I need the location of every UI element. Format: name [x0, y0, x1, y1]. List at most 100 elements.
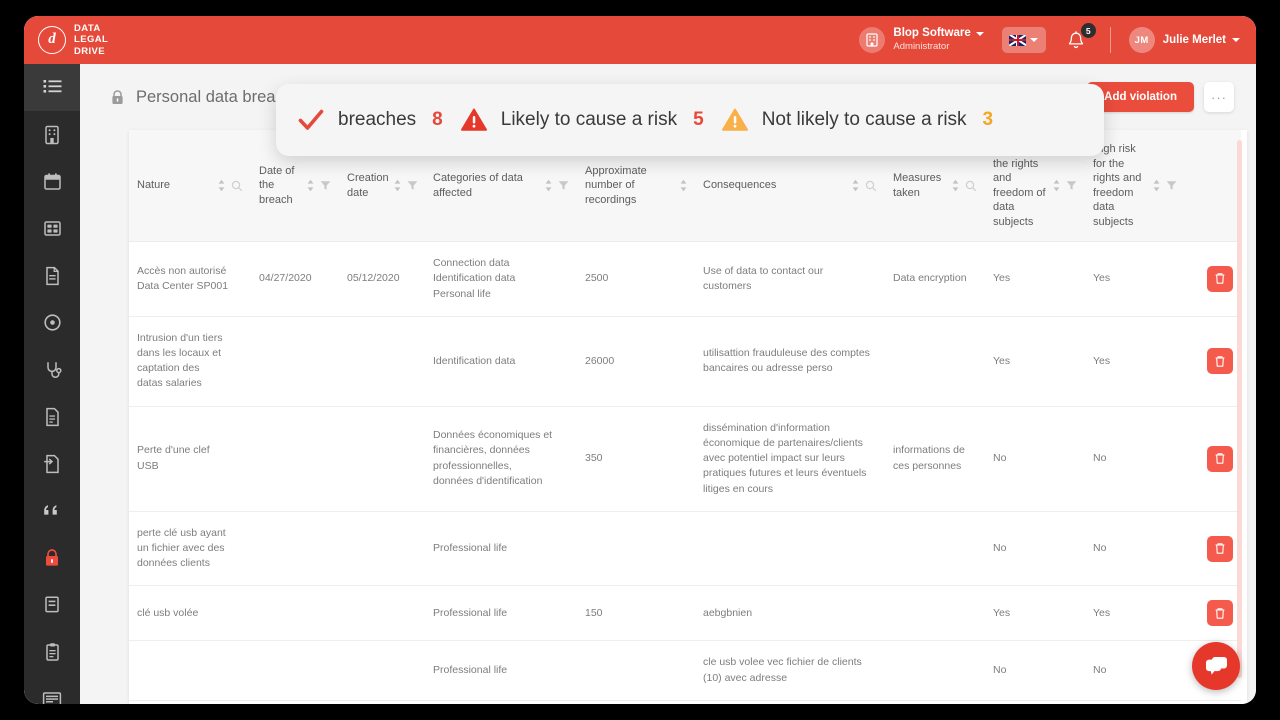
sort-icon[interactable]	[1053, 179, 1060, 192]
popup-stat-2[interactable]: Not likely to cause a risk 3	[721, 108, 993, 132]
filter-icon[interactable]	[320, 180, 331, 191]
table-body: Accès non autorisé Data Center SP001 04/27…	[129, 241, 1241, 704]
chevron-down-icon	[1030, 38, 1039, 42]
sidebar-item-dashboard[interactable]	[24, 205, 80, 252]
filter-icon[interactable]	[407, 180, 418, 191]
sidebar-item-reports[interactable]	[24, 393, 80, 440]
cell-risk: Yes	[985, 700, 1085, 704]
sidebar-item-transfers[interactable]	[24, 440, 80, 487]
cell-actions	[1185, 511, 1241, 587]
sidebar-item-calendar[interactable]	[24, 158, 80, 205]
cell-actions	[1185, 316, 1241, 407]
chevron-down-icon	[975, 32, 984, 37]
column-header-label: High risk for the rights and freedom dat…	[1093, 143, 1142, 228]
sidebar-item-audit[interactable]	[24, 346, 80, 393]
search-icon[interactable]	[231, 180, 243, 192]
table-row[interactable]: Perte d'une clef USB Données économiques e…	[129, 406, 1241, 512]
cell-creation-date	[339, 585, 425, 642]
cell-consequences: dissémination d'information économique de…	[695, 406, 885, 512]
sidebar-item-menu-toggle[interactable]	[24, 64, 80, 111]
cell-risk: Yes	[985, 585, 1085, 642]
cell-date-breach: 04/27/2020	[251, 241, 339, 317]
sort-icon[interactable]	[307, 179, 314, 192]
table-row[interactable]: clé usb volée Professional life 150 aebgbni…	[129, 585, 1241, 642]
cell-line: clé usb volée	[137, 606, 199, 619]
user-menu[interactable]: JM Julie Merlet	[1128, 27, 1240, 53]
filter-icon[interactable]	[558, 180, 569, 191]
table-row[interactable]: Professional life cle usb volee vec fichi…	[129, 640, 1241, 701]
sidebar-item-records[interactable]	[24, 299, 80, 346]
cell-line: économique de partenaires/clients	[703, 436, 863, 449]
sidebar-item-tasks[interactable]	[24, 628, 80, 675]
table-row[interactable]: Accès non autorisé Data Center SP001 04/27…	[129, 241, 1241, 317]
topbar-divider	[1109, 27, 1111, 53]
cell-consequences	[695, 511, 885, 587]
sort-icon[interactable]	[1153, 179, 1160, 192]
trash-icon	[1215, 273, 1225, 285]
app-logo[interactable]: d DATA LEGAL DRIVE	[24, 23, 204, 57]
search-icon[interactable]	[965, 180, 977, 192]
delete-row-button[interactable]	[1207, 348, 1233, 375]
sort-icon[interactable]	[394, 179, 401, 192]
cell-nature: clé usb volée	[129, 585, 251, 642]
column-header-actions[interactable]	[1185, 130, 1241, 243]
column-header-tools	[545, 179, 569, 192]
table-row[interactable]: Intrusion d'un tiers dans les locaux et ca…	[129, 316, 1241, 407]
cell-line: cle usb volee vec fichier de clients	[703, 656, 862, 669]
language-selector[interactable]	[1001, 27, 1046, 53]
cell-creation-date	[339, 640, 425, 701]
column-header-nature[interactable]: Nature	[129, 130, 251, 243]
sidebar-item-data-breaches[interactable]	[24, 534, 80, 581]
column-header-label: Approximate number of recordings	[585, 164, 647, 206]
sort-icon[interactable]	[952, 179, 959, 192]
cell-date-breach	[251, 406, 339, 512]
cell-line: Personal life	[433, 287, 491, 300]
popup-stat-1[interactable]: Likely to cause a risk 5	[460, 108, 704, 132]
cell-line: données d'identification	[433, 474, 543, 487]
delete-row-button[interactable]	[1207, 600, 1233, 627]
popup-stat-label: Not likely to cause a risk	[761, 109, 967, 130]
calendar-icon	[43, 173, 61, 190]
sort-icon[interactable]	[545, 179, 552, 192]
more-options-button[interactable]: ···	[1204, 82, 1234, 112]
filter-icon[interactable]	[1166, 180, 1177, 191]
sort-icon[interactable]	[852, 179, 859, 192]
cell-line: Data Center SP001	[137, 279, 229, 292]
sidebar-item-documents[interactable]	[24, 252, 80, 299]
table-row[interactable]: Perte d'unordinateur Identification data Y…	[129, 700, 1241, 704]
sidebar-item-requests[interactable]	[24, 487, 80, 534]
column-header-tools	[1153, 179, 1177, 192]
cell-date-breach	[251, 640, 339, 701]
cell-line: ces personnes	[893, 459, 962, 472]
search-icon[interactable]	[865, 180, 877, 192]
cell-actions	[1185, 700, 1241, 704]
cell-line: professionnelles,	[433, 459, 512, 472]
delete-row-button[interactable]	[1207, 265, 1233, 292]
cell-recordings: 26000	[577, 316, 695, 407]
popup-stat-0[interactable]: breaches 8	[298, 108, 443, 132]
filter-icon[interactable]	[1066, 180, 1077, 191]
vertical-scrollbar[interactable]	[1237, 140, 1242, 694]
delete-row-button[interactable]	[1207, 535, 1233, 562]
cell-creation-date	[339, 511, 425, 587]
cell-line: données clients	[137, 557, 210, 570]
chat-widget-button[interactable]	[1192, 642, 1240, 690]
cell-categories: Professional life	[425, 640, 577, 701]
quote-icon	[44, 504, 57, 515]
sort-icon[interactable]	[680, 179, 687, 192]
cell-categories: Professional life	[425, 511, 577, 587]
sort-icon[interactable]	[218, 179, 225, 192]
sidebar-item-training[interactable]	[24, 675, 80, 704]
popup-stat-icon	[298, 108, 324, 132]
org-switcher[interactable]: Blop Software Administrator	[859, 27, 984, 53]
scrollbar-thumb[interactable]	[1237, 140, 1242, 678]
table-row[interactable]: perte clé usb ayant un fichier avec des do…	[129, 511, 1241, 587]
book-icon	[45, 596, 59, 613]
cell-high-risk: No	[1085, 406, 1185, 512]
cell-categories: Données économiques et financières, donné…	[425, 406, 577, 512]
sidebar-item-library[interactable]	[24, 581, 80, 628]
delete-row-button[interactable]	[1207, 445, 1233, 472]
cell-high-risk: Yes	[1085, 585, 1185, 642]
notifications-button[interactable]: 5	[1066, 23, 1096, 53]
sidebar-item-organisation[interactable]	[24, 111, 80, 158]
